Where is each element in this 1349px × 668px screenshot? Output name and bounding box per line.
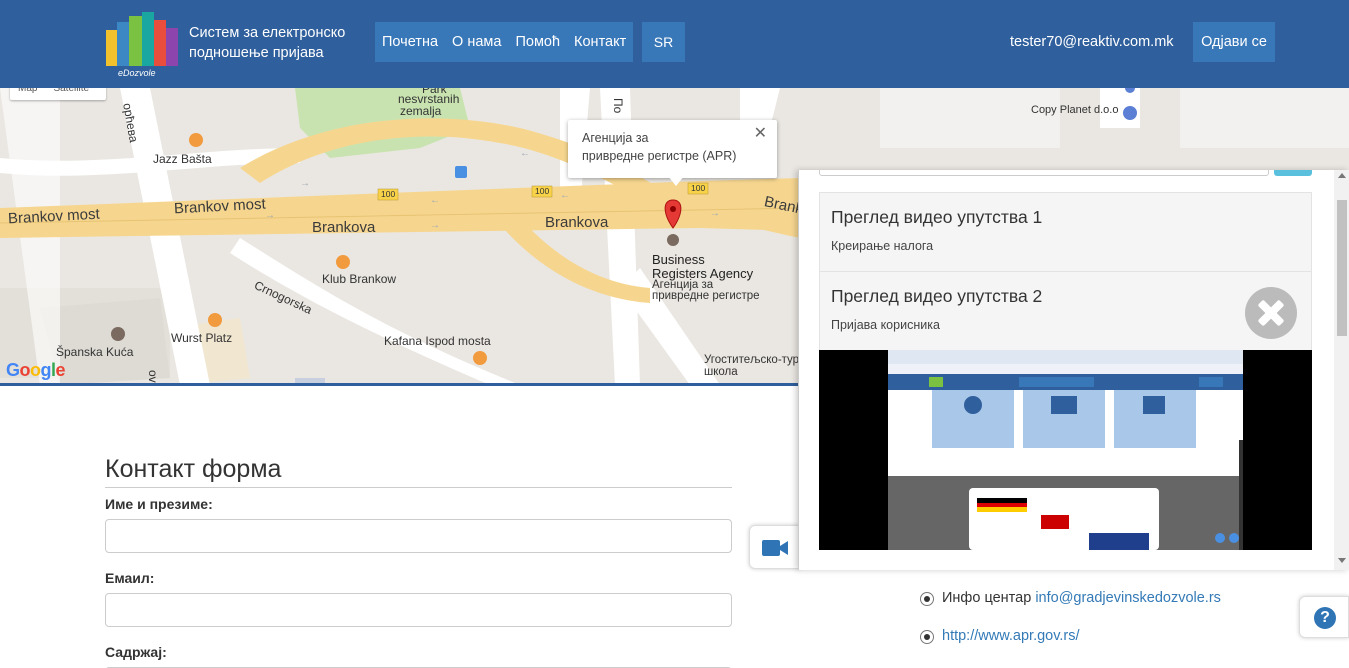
- map-label-bra-1: Business: [652, 252, 705, 267]
- edozvole-logo[interactable]: eDozvole: [104, 12, 182, 78]
- email-label: Емаил:: [105, 570, 155, 586]
- contact-info-row: Инфо центар info@gradjevinskedozvole.rs: [920, 590, 1221, 628]
- svg-text:→: →: [265, 210, 275, 221]
- svg-text:→: →: [710, 208, 720, 219]
- map-label-bra-4: привредне регистре: [652, 290, 760, 302]
- nav-about[interactable]: О нама: [445, 22, 508, 62]
- route-shield-3: 100: [691, 183, 706, 193]
- video-item-1-subtitle: Креирање налога: [831, 239, 934, 253]
- bullet-icon: [920, 592, 934, 606]
- bullet-icon: [920, 630, 934, 644]
- video-camera-icon: [762, 540, 788, 556]
- content-label: Садржај:: [105, 644, 167, 660]
- apr-link-row: http://www.apr.gov.rs/: [920, 628, 1221, 666]
- scroll-down-icon[interactable]: [1338, 558, 1346, 563]
- svg-text:→: →: [430, 220, 440, 231]
- nav-contact[interactable]: Контакт: [567, 22, 633, 62]
- nav-home[interactable]: Почетна: [375, 22, 445, 62]
- video-tutorials-tab[interactable]: [749, 525, 801, 569]
- video-player[interactable]: [819, 350, 1312, 550]
- name-label: Име и презиме:: [105, 496, 213, 512]
- main-nav: Почетна О нама Помоћ Контакт: [375, 22, 634, 62]
- svg-text:←: ←: [520, 148, 530, 159]
- page-root: → ← ← → → → ← → Map Satellite Park nesvr…: [0, 0, 1349, 668]
- info-window-line-1: Агенција за: [582, 131, 649, 145]
- route-shield-2: 100: [535, 186, 550, 196]
- map-type-map[interactable]: Map: [10, 88, 45, 96]
- language-button[interactable]: SR: [642, 22, 685, 62]
- video-item-2-subtitle: Пријава корисника: [831, 318, 940, 332]
- map-label-brankova-2: Brankova: [545, 214, 609, 231]
- contact-form: Контакт форма Име и презиме: Емаил: Садр…: [105, 455, 732, 668]
- close-video-button[interactable]: [1245, 287, 1297, 339]
- apr-website-link[interactable]: http://www.apr.gov.rs/: [942, 628, 1080, 644]
- close-icon[interactable]: ✕: [754, 125, 767, 143]
- user-email: tester70@reaktiv.com.mk: [1010, 34, 1174, 50]
- name-input[interactable]: [105, 519, 732, 553]
- video-item-1-title: Преглед видео упутства 1: [831, 207, 1043, 227]
- site-header: eDozvole Систем за електронско подношење…: [0, 0, 1349, 88]
- video-tutorials-panel: Преглед видео упутства 1 Креирање налога…: [798, 170, 1349, 570]
- logout-button[interactable]: Одјави се: [1193, 22, 1275, 62]
- map-label-ugostitelj-1: Угоститељско-тури: [704, 354, 806, 366]
- map-label-ugostitelj-2: школа: [704, 366, 738, 378]
- email-input[interactable]: [105, 593, 732, 627]
- video-item-2-title: Преглед видео упутства 2: [831, 286, 1043, 306]
- info-center-label: Инфо центар: [942, 590, 1032, 606]
- info-email-link[interactable]: info@gradjevinskedozvole.rs: [1035, 590, 1221, 606]
- scroll-up-icon[interactable]: [1338, 173, 1346, 178]
- map-label-jazz: Jazz Bašta: [153, 152, 212, 166]
- map-label-copy-planet: Copy Planet d.o.o: [1031, 104, 1119, 116]
- video-search-button[interactable]: [1274, 170, 1312, 176]
- scrollbar-thumb[interactable]: [1337, 200, 1347, 336]
- video-search-input[interactable]: [819, 170, 1269, 176]
- map-label-klub: Klub Brankow: [322, 272, 397, 286]
- map-label-kafana: Kafana Ispod mosta: [384, 334, 491, 348]
- info-window-pointer: [668, 176, 684, 186]
- nav-help[interactable]: Помоћ: [508, 22, 567, 62]
- google-logo: Google: [6, 360, 66, 380]
- contact-form-title: Контакт форма: [105, 455, 732, 488]
- video-frame: [819, 350, 1312, 550]
- map-label-street-po: По: [611, 98, 625, 114]
- help-button[interactable]: ?: [1299, 596, 1349, 638]
- video-panel-scrollbar[interactable]: [1334, 170, 1349, 570]
- logo-text: eDozvole: [118, 68, 156, 78]
- map-label-wurst: Wurst Platz: [171, 331, 233, 345]
- video-item-1[interactable]: Преглед видео упутства 1 Креирање налога: [819, 192, 1312, 272]
- contact-links: Инфо центар info@gradjevinskedozvole.rs …: [920, 590, 1221, 666]
- map-label-spanska: Španska Kuća: [56, 345, 134, 359]
- svg-text:→: →: [300, 178, 310, 189]
- question-icon: ?: [1314, 607, 1336, 629]
- site-title-line-2: подношење пријава: [189, 45, 324, 61]
- info-window-line-2: привредне регистре (APR): [582, 149, 737, 163]
- site-title: Систем за електронско подношење пријава: [189, 23, 369, 63]
- map-type-satellite[interactable]: Satellite: [45, 88, 97, 96]
- svg-text:←: ←: [430, 195, 440, 206]
- map-divider: [0, 383, 800, 386]
- map-info-window: Агенција за привредне регистре (APR) ✕: [568, 120, 777, 178]
- map-label-brankova-1: Brankova: [312, 219, 376, 236]
- route-shield-1: 100: [381, 189, 396, 199]
- video-item-2[interactable]: Преглед видео упутства 2 Пријава корисни…: [819, 271, 1312, 351]
- map-type-control[interactable]: Map Satellite: [10, 88, 106, 100]
- map-label-park3: zemalja: [400, 104, 442, 118]
- site-title-line-1: Систем за електронско: [189, 25, 346, 41]
- svg-text:←: ←: [560, 190, 570, 201]
